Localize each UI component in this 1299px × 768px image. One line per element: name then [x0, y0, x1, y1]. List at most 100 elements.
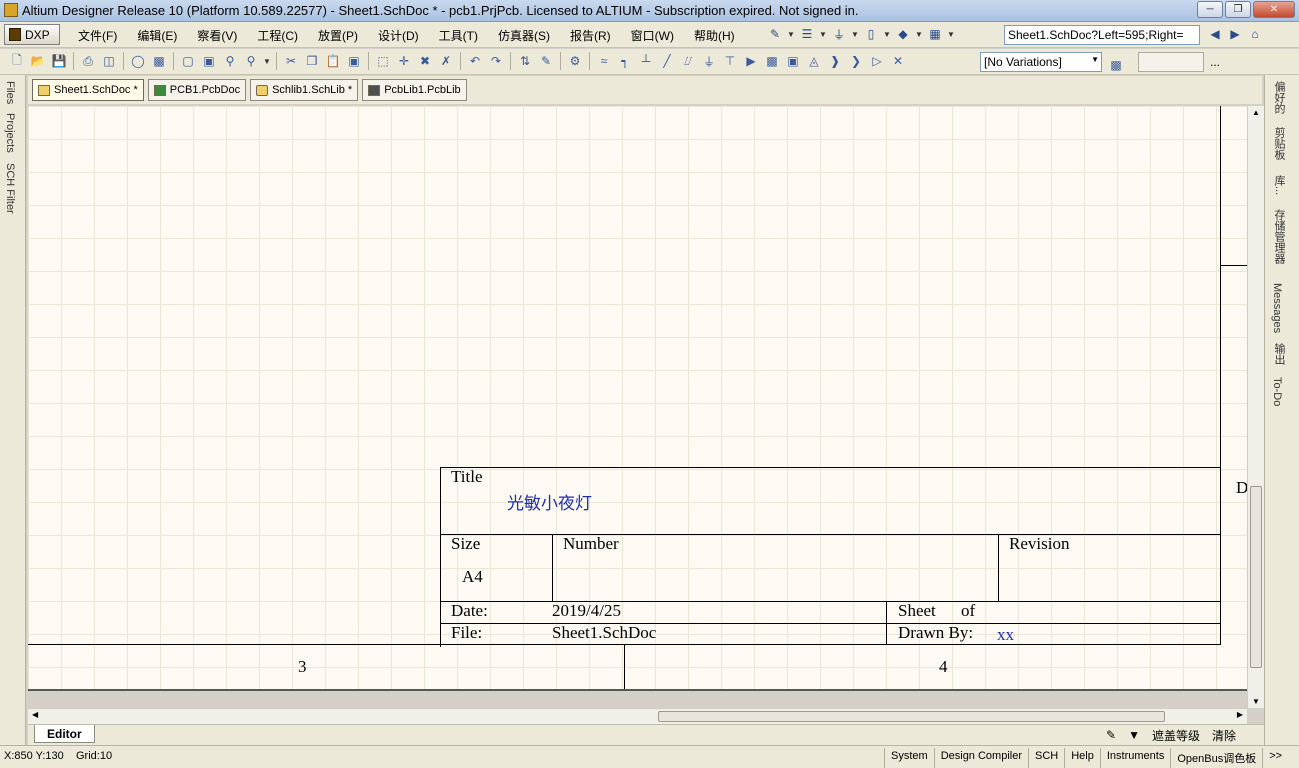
variation-manager-icon[interactable]: ▩ — [1107, 56, 1125, 74]
scroll-left-icon[interactable]: ◀ — [32, 710, 38, 719]
mask-level-button[interactable]: 遮盖等级 — [1148, 726, 1204, 744]
place-sheet-symbol-icon[interactable]: ▩ — [763, 52, 781, 70]
select-area-icon[interactable]: ⬚ — [374, 52, 392, 70]
vcc-power-port-icon[interactable]: ⊤ — [721, 52, 739, 70]
chevron-down-icon[interactable]: ▼ — [915, 30, 923, 39]
place-harness-connector-icon[interactable]: ❱ — [826, 52, 844, 70]
home-icon[interactable]: ⌂ — [1246, 25, 1264, 43]
menu-help[interactable]: 帮助(H) — [684, 27, 745, 44]
close-button[interactable]: ✕ — [1253, 1, 1295, 18]
menu-window[interactable]: 窗口(W) — [621, 27, 684, 44]
tab-pcb1-pcbdoc[interactable]: PCB1.PcbDoc — [147, 79, 247, 101]
schematic-canvas[interactable]: Title 光敏小夜灯 Size A4 Number Revision Date… — [28, 106, 1247, 691]
panel-tab-favorites[interactable]: 偏好的 — [1271, 81, 1287, 114]
menu-tools[interactable]: 工具(T) — [429, 27, 488, 44]
variations-select[interactable]: [No Variations] ▼ — [980, 52, 1102, 72]
save-icon[interactable]: 💾 — [50, 52, 68, 70]
menu-edit[interactable]: 编辑(E) — [127, 27, 187, 44]
print-icon[interactable]: ⎙ — [79, 52, 97, 70]
status-design-compiler[interactable]: Design Compiler — [933, 748, 1028, 768]
status-help[interactable]: Help — [1064, 748, 1100, 768]
chevron-down-icon[interactable]: ▼ — [851, 30, 859, 39]
clear-button[interactable]: 清除 — [1208, 726, 1240, 744]
paste-icon[interactable]: 📋 — [324, 52, 342, 70]
status-openbus[interactable]: OpenBus调色板 — [1170, 748, 1262, 768]
status-overflow[interactable]: >> — [1262, 748, 1288, 768]
digital-devices-icon[interactable]: ◆ — [894, 25, 912, 43]
no-erc-icon[interactable]: ✕ — [889, 52, 907, 70]
minimize-button[interactable]: ─ — [1197, 1, 1223, 18]
open-device-view-icon[interactable]: ◯ — [129, 52, 147, 70]
grid-icon[interactable]: ▦ — [926, 25, 944, 43]
chevron-down-icon[interactable]: ▼ — [883, 30, 891, 39]
panel-tab-storage-manager[interactable]: 存储管理器 — [1271, 209, 1287, 264]
vertical-scrollbar[interactable]: ▲ ▼ — [1247, 106, 1264, 708]
chevron-down-icon[interactable]: ▼ — [787, 30, 795, 39]
place-device-sheet-icon[interactable]: ◬ — [805, 52, 823, 70]
cut-icon[interactable]: ✂ — [282, 52, 300, 70]
panel-tab-clipboard[interactable]: 剪贴板 — [1271, 127, 1287, 160]
restore-button[interactable]: ❐ — [1225, 1, 1251, 18]
chevron-down-icon[interactable]: ▼ — [947, 30, 955, 39]
status-system[interactable]: System — [884, 748, 934, 768]
tab-pcblib1-pcblib[interactable]: PcbLib1.PcbLib — [362, 79, 467, 101]
place-signal-harness-icon[interactable]: ┴ — [637, 52, 655, 70]
power-ports-icon[interactable]: ⏚ — [830, 25, 848, 43]
place-net-label-icon[interactable]: ⌰ — [679, 52, 697, 70]
document-location-field[interactable]: Sheet1.SchDoc?Left=595;Right= — [1004, 25, 1200, 45]
move-selection-icon[interactable]: ✛ — [395, 52, 413, 70]
panel-tab-sch-filter[interactable]: SCH Filter — [4, 163, 16, 214]
components-icon[interactable]: ▯ — [862, 25, 880, 43]
scroll-up-icon[interactable]: ▲ — [1252, 108, 1260, 117]
status-sch[interactable]: SCH — [1028, 748, 1064, 768]
menu-place[interactable]: 放置(P) — [308, 27, 368, 44]
undo-icon[interactable]: ↶ — [466, 52, 484, 70]
menu-design[interactable]: 设计(D) — [368, 27, 429, 44]
tab-schlib1-schlib[interactable]: Schlib1.SchLib * — [250, 79, 359, 101]
panel-tab-todo[interactable]: To-Do — [1271, 377, 1283, 406]
dxp-menu-button[interactable]: DXP — [4, 24, 60, 45]
horizontal-scroll-thumb[interactable] — [658, 711, 1165, 722]
clear-filter-icon[interactable]: ✗ — [437, 52, 455, 70]
deselect-icon[interactable]: ✖ — [416, 52, 434, 70]
place-part-icon[interactable]: ▶ — [742, 52, 760, 70]
menu-reports[interactable]: 报告(R) — [560, 27, 621, 44]
place-harness-entry-icon[interactable]: ❯ — [847, 52, 865, 70]
chevron-down-icon[interactable]: ▼ — [263, 57, 271, 66]
place-sheet-entry-icon[interactable]: ▣ — [784, 52, 802, 70]
vertical-scroll-thumb[interactable] — [1250, 486, 1262, 668]
zoom-filter-icon[interactable]: ⚲ — [242, 52, 260, 70]
panel-tab-messages[interactable]: Messages — [1271, 283, 1283, 333]
menu-simulator[interactable]: 仿真器(S) — [488, 27, 560, 44]
zoom-area-icon[interactable]: ▣ — [200, 52, 218, 70]
cross-probe-icon[interactable]: ✎ — [537, 52, 555, 70]
panel-tab-files[interactable]: Files — [4, 81, 16, 104]
menu-project[interactable]: 工程(C) — [247, 27, 308, 44]
hierarchy-up-down-icon[interactable]: ⇅ — [516, 52, 534, 70]
copy-icon[interactable]: ❐ — [303, 52, 321, 70]
new-file-icon[interactable]: 🗋 — [8, 52, 26, 70]
scroll-right-icon[interactable]: ▶ — [1237, 710, 1243, 719]
gnd-power-port-icon[interactable]: ⏚ — [700, 52, 718, 70]
filter-icon[interactable]: ▼ — [1124, 726, 1144, 744]
menu-file[interactable]: 文件(F) — [68, 27, 127, 44]
place-wire-icon[interactable]: ≈ — [595, 52, 613, 70]
rubber-stamp-icon[interactable]: ▣ — [345, 52, 363, 70]
zoom-selected-icon[interactable]: ⚲ — [221, 52, 239, 70]
toolbar-overflow[interactable]: ... — [1210, 55, 1220, 69]
panel-tab-projects[interactable]: Projects — [4, 113, 16, 153]
print-preview-icon[interactable]: ◫ — [100, 52, 118, 70]
scroll-down-icon[interactable]: ▼ — [1252, 697, 1260, 706]
open-folder-icon[interactable]: 📂 — [29, 52, 47, 70]
place-bus-icon[interactable]: ┑ — [616, 52, 634, 70]
back-icon[interactable]: ◀ — [1206, 25, 1224, 43]
place-bus-entry-icon[interactable]: ╱ — [658, 52, 676, 70]
zoom-fit-icon[interactable]: ▢ — [179, 52, 197, 70]
place-port-icon[interactable]: ▷ — [868, 52, 886, 70]
status-instruments[interactable]: Instruments — [1099, 748, 1170, 768]
component-library-icon[interactable]: ▩ — [150, 52, 168, 70]
tab-sheet1-schdoc[interactable]: Sheet1.SchDoc * — [32, 79, 144, 101]
empty-select[interactable] — [1138, 52, 1204, 72]
highlight-pen-icon[interactable]: ✎ — [1102, 726, 1120, 744]
forward-icon[interactable]: ▶ — [1226, 25, 1244, 43]
